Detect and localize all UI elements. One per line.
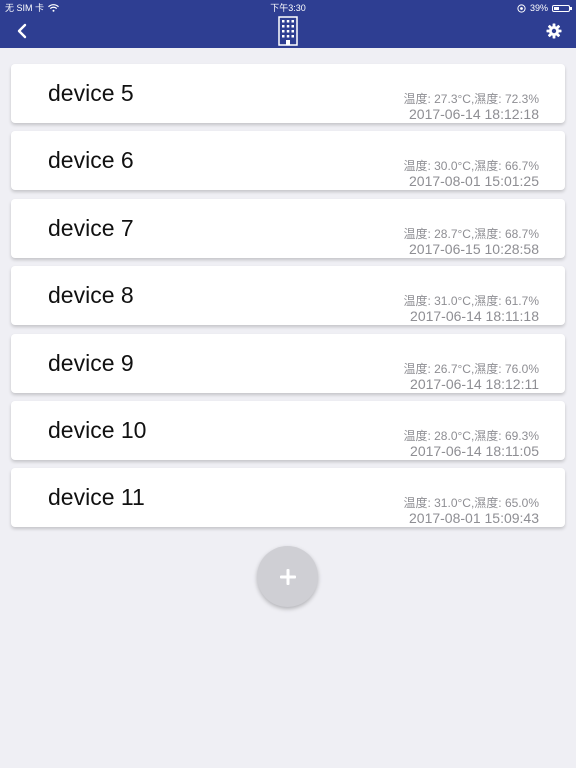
device-timestamp: 2017-06-14 18:12:11: [410, 375, 539, 392]
navigation-bar: 无 SIM 卡 下午3:30 39%: [0, 0, 576, 48]
device-timestamp: 2017-06-14 18:11:18: [410, 308, 539, 325]
device-card[interactable]: device 11 温度: 31.0°C,濕度: 65.0% 2017-08-0…: [11, 468, 565, 528]
device-timestamp: 2017-08-01 15:09:43: [409, 510, 539, 527]
device-card[interactable]: device 7 温度: 28.7°C,濕度: 68.7% 2017-06-15…: [11, 198, 565, 258]
location-lock-icon: [517, 3, 526, 13]
device-name: device 11: [48, 484, 145, 511]
chevron-left-icon[interactable]: [14, 22, 32, 40]
device-reading: 温度: 27.3°C,濕度: 72.3%: [403, 92, 539, 106]
device-reading: 温度: 31.0°C,濕度: 61.7%: [403, 294, 539, 309]
device-timestamp: 2017-06-15 10:28:58: [409, 240, 539, 257]
device-card[interactable]: device 9 温度: 26.7°C,濕度: 76.0% 2017-06-14…: [11, 333, 565, 393]
device-timestamp: 2017-08-01 15:01:25: [409, 173, 539, 190]
device-timestamp: 2017-06-14 18:12:18: [409, 106, 539, 122]
device-reading: 温度: 30.0°C,濕度: 66.7%: [403, 159, 539, 174]
device-name: device 6: [48, 147, 134, 174]
device-reading: 温度: 31.0°C,濕度: 65.0%: [403, 496, 539, 511]
status-right: 39%: [517, 0, 572, 16]
battery-icon: [552, 4, 572, 12]
device-name: device 8: [48, 282, 134, 309]
status-time: 下午3:30: [270, 3, 306, 13]
device-name: device 10: [48, 416, 147, 443]
device-card[interactable]: device 5 温度: 27.3°C,濕度: 72.3% 2017-06-14…: [11, 64, 565, 123]
battery-fill: [554, 6, 560, 10]
battery-percent: 39%: [529, 3, 548, 13]
status-bar: 无 SIM 卡 下午3:30 39%: [0, 0, 576, 16]
device-timestamp: 2017-06-14 18:11:05: [410, 442, 539, 459]
building-icon: [278, 16, 298, 46]
device-card[interactable]: device 6 温度: 30.0°C,濕度: 66.7% 2017-08-01…: [11, 131, 565, 191]
device-name: device 5: [48, 80, 134, 106]
plus-icon: [279, 568, 296, 585]
device-list: device 5 温度: 27.3°C,濕度: 72.3% 2017-06-14…: [11, 64, 565, 536]
device-reading: 温度: 26.7°C,濕度: 76.0%: [403, 361, 539, 376]
gear-icon[interactable]: [546, 23, 562, 39]
device-name: device 9: [48, 349, 134, 376]
device-card[interactable]: device 10 温度: 28.0°C,濕度: 69.3% 2017-06-1…: [11, 400, 565, 460]
device-reading: 温度: 28.0°C,濕度: 69.3%: [403, 428, 539, 443]
add-device-button[interactable]: [257, 546, 318, 607]
device-card[interactable]: device 8 温度: 31.0°C,濕度: 61.7% 2017-06-14…: [11, 266, 565, 326]
device-reading: 温度: 28.7°C,濕度: 68.7%: [403, 226, 539, 241]
device-name: device 7: [48, 214, 134, 241]
